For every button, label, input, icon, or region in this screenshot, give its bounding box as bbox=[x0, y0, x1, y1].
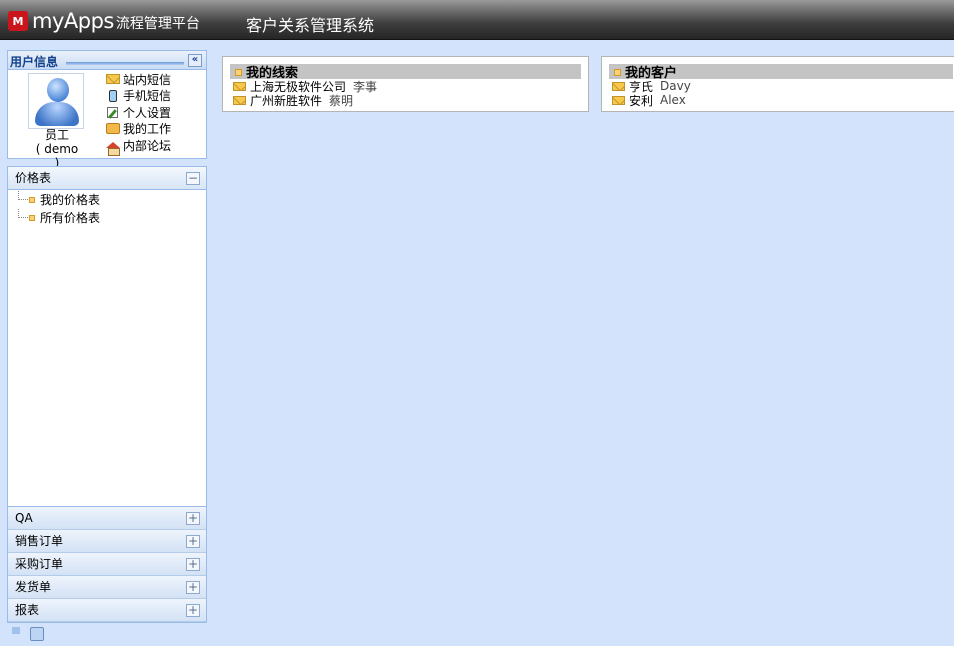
accordion-label: 发货单 bbox=[15, 580, 52, 594]
price-list-tree: 我的价格表 所有价格表 bbox=[8, 190, 206, 507]
link-label: 个人设置 bbox=[123, 105, 172, 120]
envelope-icon bbox=[612, 81, 625, 91]
accordion-header-sales-order[interactable]: 销售订单 + bbox=[8, 530, 206, 553]
user-name: 员工 bbox=[44, 128, 69, 142]
logo[interactable]: M myApps 流程管理平台 bbox=[8, 8, 200, 34]
user-info-header: 用户信息 « bbox=[8, 51, 206, 70]
app-header: M myApps 流程管理平台 客户关系管理系统 bbox=[0, 0, 954, 40]
link-personal-settings[interactable]: 个人设置 bbox=[105, 104, 171, 121]
accordion-header-qa[interactable]: QA + bbox=[8, 507, 206, 530]
window-icon[interactable] bbox=[30, 627, 44, 641]
avatar-head-icon bbox=[47, 78, 69, 102]
accordion-label: 价格表 bbox=[15, 171, 52, 185]
accordion-label: QA bbox=[15, 511, 33, 525]
envelope-icon bbox=[233, 81, 246, 91]
tree-item-all-price-lists[interactable]: 所有价格表 bbox=[8, 209, 206, 227]
expand-icon[interactable]: + bbox=[186, 604, 200, 617]
customer-contact: Alex bbox=[660, 93, 686, 107]
logo-subtitle: 流程管理平台 bbox=[115, 15, 200, 32]
link-label: 手机短信 bbox=[123, 89, 172, 104]
link-label: 我的工作 bbox=[123, 122, 172, 137]
expand-icon[interactable]: + bbox=[186, 558, 200, 571]
portlet-my-leads: 我的线索 上海无极软件公司 李事 广州新胜软件 蔡明 bbox=[222, 56, 589, 112]
tree-branch-line bbox=[18, 209, 28, 218]
list-item[interactable]: 安利 Alex bbox=[612, 93, 691, 108]
envelope-icon bbox=[612, 95, 625, 105]
link-forum[interactable]: 内部论坛 bbox=[105, 137, 172, 157]
collapse-icon[interactable]: − bbox=[186, 172, 200, 185]
small-square-icon[interactable] bbox=[12, 627, 20, 634]
link-site-message[interactable]: 站内短信 bbox=[105, 71, 171, 88]
expand-icon[interactable]: + bbox=[186, 512, 200, 525]
portlet-rows: 亨氏 Davy 安利 Alex bbox=[612, 79, 691, 108]
accordion-header-delivery-note[interactable]: 发货单 + bbox=[8, 576, 206, 599]
work-icon bbox=[105, 122, 120, 135]
customer-contact: Davy bbox=[660, 79, 691, 93]
nav-accordion: 价格表 − 我的价格表 所有价格表 QA + 销售订单 + 采购订单 + 发货单… bbox=[7, 166, 207, 623]
portlet-my-customers: 我的客户 亨氏 Davy 安利 Alex bbox=[601, 56, 954, 112]
avatar bbox=[28, 73, 84, 129]
accordion-label: 报表 bbox=[15, 603, 40, 617]
envelope-icon bbox=[105, 73, 120, 86]
lead-company: 广州新胜软件 bbox=[250, 93, 323, 108]
accordion-header-purchase-order[interactable]: 采购订单 + bbox=[8, 553, 206, 576]
link-label: 站内短信 bbox=[123, 72, 172, 87]
expand-icon[interactable]: + bbox=[186, 581, 200, 594]
link-my-work[interactable]: 我的工作 bbox=[105, 121, 171, 138]
app-title: 客户关系管理系统 bbox=[246, 16, 375, 35]
accordion-header-reports[interactable]: 报表 + bbox=[8, 599, 206, 622]
tree-leaf-icon bbox=[29, 215, 35, 221]
user-info-title: 用户信息 bbox=[10, 55, 59, 69]
portlet-bullet-icon bbox=[614, 69, 621, 76]
collapse-panel-button[interactable]: « bbox=[188, 54, 202, 67]
tree-item-label: 所有价格表 bbox=[40, 211, 101, 225]
lead-contact: 李事 bbox=[353, 79, 378, 94]
link-sms[interactable]: 手机短信 bbox=[105, 88, 171, 105]
header-divider bbox=[66, 62, 184, 65]
portlet-rows: 上海无极软件公司 李事 广州新胜软件 蔡明 bbox=[233, 79, 378, 108]
accordion-header-price-list[interactable]: 价格表 − bbox=[8, 167, 206, 190]
tree-branch-line bbox=[18, 191, 28, 200]
tree-item-my-price-list[interactable]: 我的价格表 bbox=[8, 191, 206, 209]
mobile-phone-icon bbox=[105, 89, 120, 102]
edit-icon bbox=[105, 106, 120, 119]
tree-leaf-icon bbox=[29, 197, 35, 203]
accordion-label: 采购订单 bbox=[15, 557, 64, 571]
user-info-panel: 用户信息 « 员工 ( demo ) 站内短信 手机短信 个人设置 我的工作 内… bbox=[7, 50, 207, 170]
envelope-icon bbox=[233, 95, 246, 105]
link-label: 内部论坛 bbox=[123, 138, 172, 153]
lead-contact: 蔡明 bbox=[329, 93, 354, 108]
logo-mark-icon: M bbox=[8, 11, 28, 31]
logo-text: myApps bbox=[32, 9, 114, 33]
expand-icon[interactable]: + bbox=[186, 535, 200, 548]
customer-name: 安利 bbox=[629, 93, 654, 108]
list-item[interactable]: 广州新胜软件 蔡明 bbox=[233, 93, 377, 108]
portlet-bullet-icon bbox=[235, 69, 242, 76]
accordion-label: 销售订单 bbox=[15, 534, 64, 548]
tree-item-label: 我的价格表 bbox=[40, 193, 101, 207]
quick-links: 站内短信 手机短信 个人设置 我的工作 内部论坛 bbox=[105, 71, 172, 157]
home-icon bbox=[105, 139, 120, 157]
avatar-body-icon bbox=[35, 102, 79, 126]
portlet-title-bar: 我的客户 bbox=[609, 64, 953, 81]
